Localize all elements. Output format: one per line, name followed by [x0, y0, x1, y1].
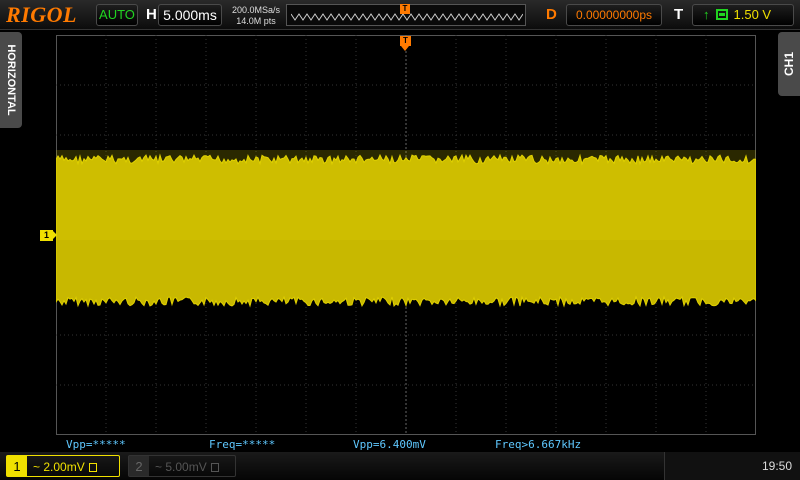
waveform-core-band — [56, 150, 756, 240]
trigger-position-marker[interactable]: T — [400, 4, 410, 14]
waveform-display[interactable] — [56, 35, 756, 435]
timebase-readout[interactable]: 5.000ms — [158, 4, 222, 26]
bandwidth-limit-icon — [210, 463, 219, 472]
ch1-offset-marker[interactable]: 1 — [40, 230, 57, 241]
clock: 19:50 — [761, 459, 792, 473]
status-panel: 19:50 — [664, 452, 800, 480]
memory-depth: 14.0M pts — [236, 16, 276, 26]
ch2-scale-value: ~ 5.00mV — [155, 460, 207, 474]
measurement-item: Freq>6.667kHz — [495, 438, 582, 451]
horizontal-menu-tab[interactable]: HORIZONTAL — [0, 32, 22, 128]
bandwidth-limit-icon — [88, 463, 97, 472]
measurement-item: Vpp=***** — [66, 438, 126, 451]
delay-readout[interactable]: 0.00000000ps — [566, 4, 662, 26]
delay-label: D — [546, 6, 557, 23]
sample-rate: 200.0MSa/s — [231, 5, 281, 15]
rigol-logo: RIGOL — [6, 2, 77, 27]
trigger-label: T — [674, 6, 684, 23]
rising-edge-icon: ↑ — [703, 7, 710, 22]
trigger-time-marker[interactable]: T — [400, 36, 411, 51]
top-status-bar: RIGOL AUTO H 5.000ms 200.0MSa/s 14.0M pt… — [0, 0, 800, 30]
ch2-scale-button[interactable]: 2 ~ 5.00mV — [128, 455, 236, 477]
measurement-item: Vpp=6.400mV — [353, 438, 426, 451]
trigger-source-icon — [715, 9, 728, 20]
measurement-item: Freq=***** — [209, 438, 276, 451]
record-waveform-icon — [291, 13, 523, 21]
bottom-channel-bar: 1 ~ 2.00mV 2 ~ 5.00mV 19:50 — [0, 452, 800, 480]
ch1-menu-tab[interactable]: CH1 — [778, 32, 800, 96]
ch1-number: 1 — [7, 456, 27, 476]
horizontal-tab-label: HORIZONTAL — [5, 44, 17, 116]
run-status-button[interactable]: AUTO — [96, 4, 138, 26]
ch1-tab-label: CH1 — [782, 51, 796, 77]
ch1-scale-value: ~ 2.00mV — [33, 460, 85, 474]
ch2-number: 2 — [129, 456, 149, 476]
trigger-readout[interactable]: ↑ 1.50 V — [692, 4, 794, 26]
horizontal-label: H — [146, 6, 157, 23]
ch1-scale-button[interactable]: 1 ~ 2.00mV — [6, 455, 120, 477]
trigger-level-value: 1.50 V — [733, 7, 772, 22]
